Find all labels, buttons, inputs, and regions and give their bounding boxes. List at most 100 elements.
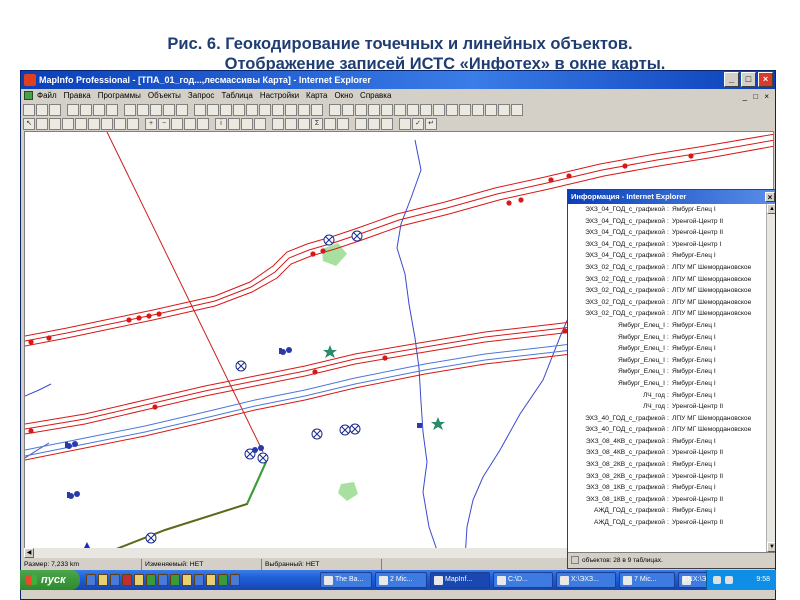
- checkmark-icon[interactable]: [298, 104, 310, 116]
- window-titlebar[interactable]: MapInfo Professional - [ТПА_01_год...,ле…: [21, 71, 775, 89]
- info-tool-icon[interactable]: i: [215, 118, 227, 130]
- app-icon[interactable]: [122, 574, 132, 586]
- help-icon[interactable]: [311, 104, 323, 116]
- info-scroll-down-arrow[interactable]: ▼: [767, 542, 775, 552]
- explorer-icon[interactable]: [134, 574, 144, 586]
- change-view-icon[interactable]: [171, 118, 183, 130]
- ruler-icon[interactable]: [324, 118, 336, 130]
- marquee-select-icon[interactable]: [36, 118, 48, 130]
- menu-map[interactable]: Карта: [306, 89, 327, 102]
- radius-select-icon[interactable]: [49, 118, 61, 130]
- unselect-icon[interactable]: [88, 118, 100, 130]
- draw-text-icon[interactable]: [420, 104, 432, 116]
- setclip-icon[interactable]: [368, 118, 380, 130]
- graph-icon[interactable]: [163, 104, 175, 116]
- excel-icon[interactable]: [146, 574, 156, 586]
- reshape-icon[interactable]: [446, 104, 458, 116]
- label-tool-icon[interactable]: [241, 118, 253, 130]
- text-style-icon[interactable]: [511, 104, 523, 116]
- draw-polygon-icon[interactable]: [368, 104, 380, 116]
- zoom-in-icon[interactable]: +: [145, 118, 157, 130]
- stats-icon[interactable]: [298, 118, 310, 130]
- menu-query[interactable]: Запрос: [188, 89, 215, 102]
- zoom-out-icon[interactable]: −: [158, 118, 170, 130]
- pen-icon[interactable]: [399, 118, 411, 130]
- print-icon[interactable]: [124, 104, 136, 116]
- grabber-icon[interactable]: [184, 118, 196, 130]
- sum-icon[interactable]: Σ: [311, 118, 323, 130]
- close-button[interactable]: ×: [758, 72, 773, 87]
- new-icon[interactable]: [23, 104, 35, 116]
- task-excel[interactable]: 7 Mic...: [619, 572, 675, 588]
- apply-icon[interactable]: ✓: [412, 118, 424, 130]
- clip-region-icon[interactable]: [355, 118, 367, 130]
- menu-file[interactable]: Файл: [37, 89, 57, 102]
- draw-frame-icon[interactable]: [433, 104, 445, 116]
- browser-icon[interactable]: [150, 104, 162, 116]
- start-button[interactable]: пуск: [20, 570, 80, 590]
- hotlink-icon[interactable]: [228, 118, 240, 130]
- ie-icon[interactable]: [86, 574, 96, 586]
- task-the-bat[interactable]: The Ba...: [320, 572, 372, 588]
- window-stats-icon[interactable]: [259, 104, 271, 116]
- info-window[interactable]: Информация - Internet Explorer × ЭХЗ_04_…: [567, 189, 775, 569]
- invert-select-icon[interactable]: [101, 118, 113, 130]
- add-node-icon[interactable]: [459, 104, 471, 116]
- info-vertical-scrollbar[interactable]: ▲ ▼: [766, 204, 775, 552]
- menu-window[interactable]: Окно: [334, 89, 353, 102]
- open-icon[interactable]: [36, 104, 48, 116]
- return-icon[interactable]: ↵: [425, 118, 437, 130]
- maps-icon[interactable]: [170, 574, 180, 586]
- polygon-select-icon[interactable]: [62, 118, 74, 130]
- info-close-icon[interactable]: ×: [765, 192, 775, 202]
- task-cd[interactable]: C:\D...: [493, 572, 553, 588]
- tray-icon[interactable]: [725, 576, 733, 584]
- line-style-icon[interactable]: [485, 104, 497, 116]
- save-icon[interactable]: [49, 104, 61, 116]
- scroll-left-arrow[interactable]: ◀: [24, 548, 34, 558]
- boundary-select-icon[interactable]: [75, 118, 87, 130]
- window-graph-icon[interactable]: [220, 104, 232, 116]
- layer-control-icon[interactable]: [137, 104, 149, 116]
- calc-icon[interactable]: [218, 574, 228, 586]
- tool-icon[interactable]: [182, 574, 192, 586]
- paint-icon[interactable]: [206, 574, 216, 586]
- select-table-icon[interactable]: [127, 118, 139, 130]
- task-mapinfo[interactable]: MapInf...: [430, 572, 490, 588]
- info-scroll-up-arrow[interactable]: ▲: [767, 204, 775, 214]
- window-map-icon[interactable]: [194, 104, 206, 116]
- draw-line-icon[interactable]: [329, 104, 341, 116]
- mdi-controls[interactable]: _ □ ×: [743, 90, 771, 103]
- info-window-titlebar[interactable]: Информация - Internet Explorer ×: [568, 190, 775, 204]
- menu-programs[interactable]: Программы: [98, 89, 141, 102]
- drag-window-icon[interactable]: [254, 118, 266, 130]
- draw-rect-icon[interactable]: [394, 104, 406, 116]
- window-legend-icon[interactable]: [246, 104, 258, 116]
- window-layout-icon[interactable]: [233, 104, 245, 116]
- legend-icon[interactable]: [285, 118, 297, 130]
- graph-select-icon[interactable]: [114, 118, 126, 130]
- window-browser-icon[interactable]: [207, 104, 219, 116]
- show-hide-icon[interactable]: [337, 118, 349, 130]
- tray-icon[interactable]: [713, 576, 721, 584]
- undo-icon[interactable]: [106, 104, 118, 116]
- draw-polyline-icon[interactable]: [342, 104, 354, 116]
- draw-arc-icon[interactable]: [355, 104, 367, 116]
- layout-icon[interactable]: [176, 104, 188, 116]
- paste-icon[interactable]: [93, 104, 105, 116]
- minimize-button[interactable]: _: [724, 72, 739, 87]
- outlook-icon[interactable]: [110, 574, 120, 586]
- menu-table[interactable]: Таблица: [221, 89, 252, 102]
- menu-objects[interactable]: Объекты: [148, 89, 181, 102]
- folder-icon[interactable]: [98, 574, 108, 586]
- menu-settings[interactable]: Настройки: [260, 89, 299, 102]
- geocode-icon[interactable]: [381, 118, 393, 130]
- select-arrow-icon[interactable]: ↖: [23, 118, 35, 130]
- symbol-style-icon[interactable]: [472, 104, 484, 116]
- window-info-icon[interactable]: [272, 104, 284, 116]
- language-indicator[interactable]: EN: [683, 570, 693, 590]
- copy-icon[interactable]: [80, 104, 92, 116]
- region-style-icon[interactable]: [498, 104, 510, 116]
- hand-icon[interactable]: [197, 118, 209, 130]
- draw-roundrect-icon[interactable]: [407, 104, 419, 116]
